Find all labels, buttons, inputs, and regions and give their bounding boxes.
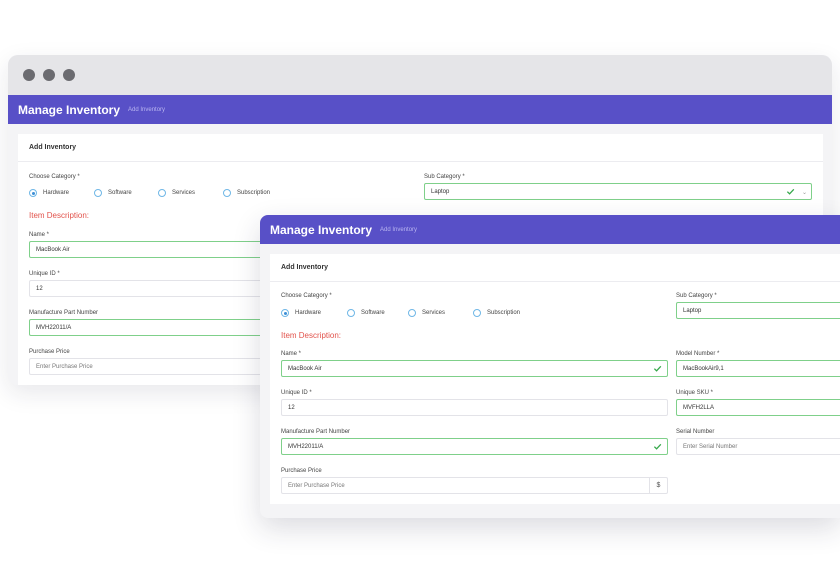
currency-addon: $ — [649, 478, 667, 493]
window-titlebar — [8, 55, 832, 95]
purchase-price-input[interactable]: Enter Purchase Price $ — [281, 477, 668, 494]
mpn-label: Manufacture Part Number — [29, 310, 99, 316]
radio-icon[interactable] — [94, 189, 102, 197]
inventory-card: Add Inventory Choose Category * Hardware… — [270, 254, 840, 504]
screenshot-stage: Manage Inventory Add Inventory Add Inven… — [0, 0, 840, 570]
radio-icon[interactable] — [158, 189, 166, 197]
mpn-input[interactable]: MVH22011/A — [281, 438, 668, 455]
radio-services[interactable]: Services — [408, 309, 473, 317]
unique-sku-input[interactable]: MVFH2LLA — [676, 399, 840, 416]
radio-selected-icon[interactable] — [29, 189, 37, 197]
card-title: Add Inventory — [18, 134, 823, 162]
app-header: Manage Inventory Add Inventory — [260, 215, 840, 244]
model-number-label: Model Number * — [676, 351, 720, 357]
radio-hardware[interactable]: Hardware — [29, 189, 94, 197]
category-radio-group: Hardware Software Services Subscription — [29, 189, 270, 197]
valid-check-icon — [786, 188, 795, 195]
name-label: Name * — [281, 351, 302, 357]
radio-selected-icon[interactable] — [281, 309, 289, 317]
serial-number-input[interactable]: Enter Serial Number — [676, 438, 840, 455]
purchase-price-label: Purchase Price — [281, 468, 322, 474]
radio-services[interactable]: Services — [158, 189, 223, 197]
purchase-price-label: Purchase Price — [29, 349, 70, 355]
radio-subscription[interactable]: Subscription — [473, 309, 520, 317]
name-label: Name * — [29, 232, 50, 238]
window-control-dot[interactable] — [43, 69, 55, 81]
radio-software[interactable]: Software — [347, 309, 408, 317]
card-title: Add Inventory — [270, 254, 840, 282]
radio-icon[interactable] — [473, 309, 481, 317]
serial-number-label: Serial Number — [676, 429, 715, 435]
category-label: Choose Category * — [281, 293, 332, 299]
valid-check-icon — [653, 443, 662, 450]
subcategory-select[interactable]: Laptop — [676, 302, 840, 319]
page-title: Manage Inventory — [270, 222, 373, 237]
radio-icon[interactable] — [347, 309, 355, 317]
app-header: Manage Inventory Add Inventory — [8, 95, 832, 124]
app-window-front: Manage Inventory Add Inventory Add Inven… — [260, 215, 840, 518]
subcategory-select[interactable]: Laptop ⌄ — [424, 183, 812, 200]
unique-id-label: Unique ID * — [29, 271, 60, 277]
breadcrumb[interactable]: Add Inventory — [128, 107, 165, 113]
name-input[interactable]: MacBook Air — [281, 360, 668, 377]
valid-check-icon — [653, 365, 662, 372]
unique-sku-label: Unique SKU * — [676, 390, 714, 396]
window-control-dot[interactable] — [63, 69, 75, 81]
category-label: Choose Category * — [29, 174, 80, 180]
unique-id-label: Unique ID * — [281, 390, 312, 396]
page-title: Manage Inventory — [18, 102, 121, 117]
unique-id-input[interactable]: 12 — [281, 399, 668, 416]
subcategory-label: Sub Category * — [676, 293, 717, 299]
radio-icon[interactable] — [408, 309, 416, 317]
radio-hardware[interactable]: Hardware — [281, 309, 347, 317]
mpn-label: Manufacture Part Number — [281, 429, 351, 435]
window-control-dot[interactable] — [23, 69, 35, 81]
item-description-heading: Item Description: — [281, 331, 342, 340]
radio-software[interactable]: Software — [94, 189, 158, 197]
item-description-heading: Item Description: — [29, 211, 90, 220]
model-number-input[interactable]: MacBookAir9,1 — [676, 360, 840, 377]
radio-icon[interactable] — [223, 189, 231, 197]
chevron-down-icon: ⌄ — [801, 190, 807, 196]
category-radio-group: Hardware Software Services Subscription — [281, 309, 520, 317]
breadcrumb[interactable]: Add Inventory — [380, 227, 417, 233]
radio-subscription[interactable]: Subscription — [223, 189, 270, 197]
subcategory-label: Sub Category * — [424, 174, 465, 180]
